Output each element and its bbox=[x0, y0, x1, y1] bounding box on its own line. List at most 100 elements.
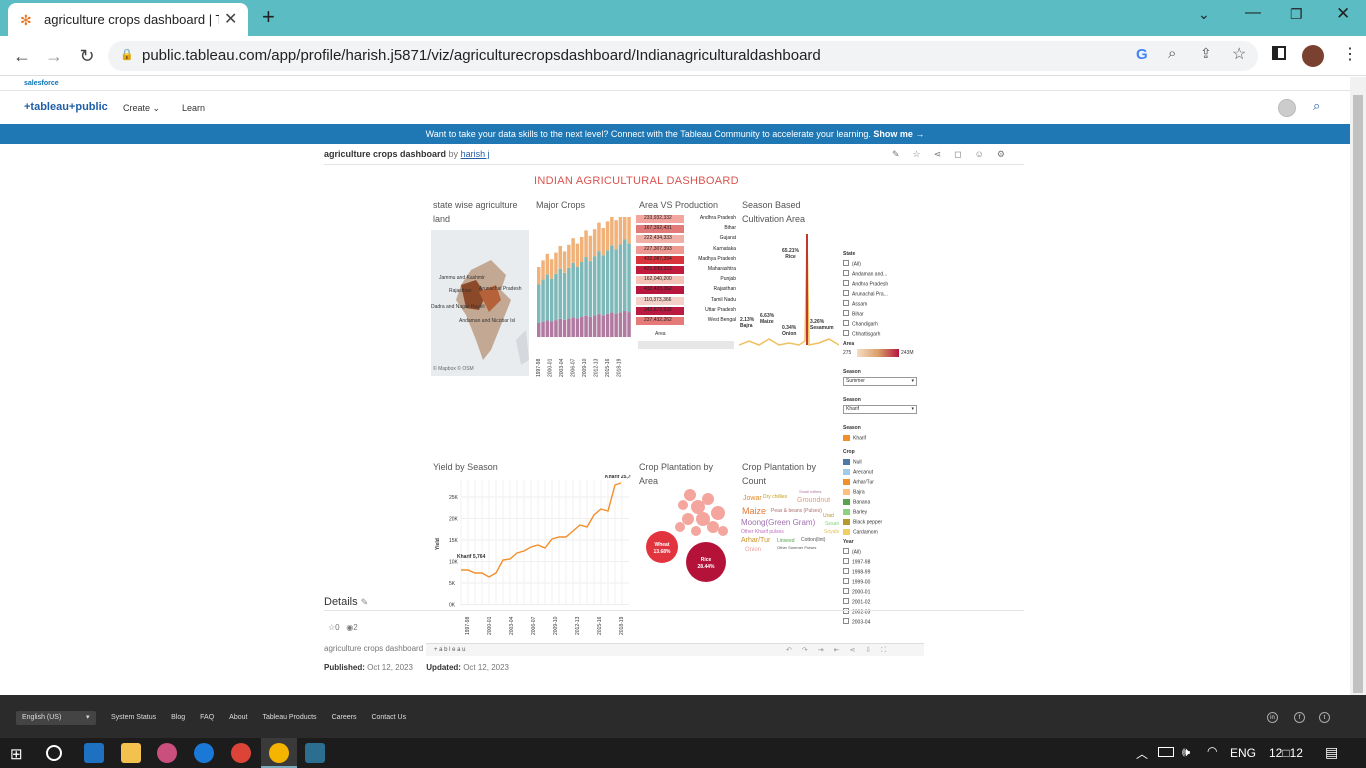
tableau-app-icon[interactable] bbox=[305, 743, 325, 763]
major-crops-bar-mid bbox=[545, 274, 550, 321]
checkbox[interactable] bbox=[843, 568, 849, 574]
season-label-onion: 0.34% Onion bbox=[782, 325, 796, 337]
major-crops-bar-top bbox=[554, 252, 558, 274]
footer-link[interactable]: Contact Us bbox=[371, 714, 406, 721]
checkbox[interactable] bbox=[843, 270, 849, 276]
address-bar[interactable]: 🔒 public.tableau.com/app/profile/harish.… bbox=[108, 41, 1258, 71]
legend-label: Null bbox=[853, 459, 862, 466]
footer-link[interactable]: Tableau Products bbox=[262, 714, 316, 721]
banner-link[interactable]: Show me → bbox=[873, 129, 924, 139]
page-scrollbar[interactable] bbox=[1350, 77, 1366, 695]
checkbox[interactable] bbox=[843, 558, 849, 564]
season-dropdown-1[interactable]: Summer ▾ bbox=[843, 377, 917, 386]
app-drop-icon[interactable] bbox=[157, 743, 177, 763]
footer-link[interactable]: FAQ bbox=[200, 714, 214, 721]
edit-pencil-icon[interactable]: ✎ bbox=[361, 597, 369, 607]
share-viz-icon[interactable]: ⋖ bbox=[934, 149, 955, 159]
legend-swatch bbox=[843, 479, 850, 485]
wifi-icon[interactable]: ◠ bbox=[1207, 744, 1217, 758]
mail-app-icon[interactable] bbox=[84, 743, 104, 763]
minimize-icon[interactable]: — bbox=[1245, 4, 1261, 22]
footer-link[interactable]: Careers bbox=[332, 714, 357, 721]
share-icon[interactable]: ⇪ bbox=[1200, 45, 1212, 62]
views-count: 2 bbox=[353, 623, 358, 632]
salesforce-logo[interactable]: salesforce bbox=[24, 80, 59, 87]
checkbox[interactable] bbox=[843, 330, 849, 336]
checkbox[interactable] bbox=[843, 548, 849, 554]
profile-avatar[interactable] bbox=[1302, 45, 1324, 67]
area-vs-production-table[interactable]: 233,932,332 Andhra Pradesh 167,392,431 Biha… bbox=[636, 214, 736, 329]
google-icon[interactable]: G bbox=[1136, 46, 1148, 63]
tab-close-icon[interactable]: ✕ bbox=[224, 9, 237, 29]
season-cultivation-chart[interactable]: 65.21% Rice 2.13% Bajra 6.63% Maize 0.34% On… bbox=[738, 229, 840, 351]
volume-icon[interactable]: 🕪 bbox=[1182, 744, 1190, 760]
twitter-icon[interactable]: t bbox=[1319, 712, 1330, 723]
word-cloud[interactable]: Jowar Dry chillies Groundnut Maize Peas & be… bbox=[739, 489, 839, 555]
close-window-icon[interactable]: ✕ bbox=[1336, 4, 1350, 24]
footer-link[interactable]: Blog bbox=[171, 714, 185, 721]
back-icon[interactable]: ← bbox=[10, 44, 34, 68]
edge-icon[interactable] bbox=[194, 743, 214, 763]
nav-learn[interactable]: Learn bbox=[182, 103, 205, 113]
settings-icon[interactable]: ⚙ bbox=[997, 149, 1018, 159]
map-label-jk: Jammu and Kashmir bbox=[439, 275, 485, 281]
side-panel-icon[interactable] bbox=[1272, 46, 1286, 60]
search-icon[interactable]: ⌕ bbox=[1313, 98, 1320, 114]
notifications-icon[interactable]: ▤ bbox=[1325, 744, 1338, 761]
comment-icon[interactable]: ✎ bbox=[892, 149, 913, 159]
clock[interactable]: 12□12 bbox=[1269, 746, 1303, 760]
nav-create[interactable]: Create ⌄ bbox=[123, 103, 160, 114]
author-link[interactable]: harish j bbox=[461, 149, 490, 159]
checkbox[interactable] bbox=[843, 280, 849, 286]
embed-icon[interactable]: ◻ bbox=[954, 149, 974, 159]
bubble-wheat-label: Wheat bbox=[655, 542, 670, 548]
browser-tab[interactable]: ✻ agriculture crops dashboard | Ta ✕ bbox=[8, 3, 248, 36]
checkbox[interactable] bbox=[843, 310, 849, 316]
yield-start-label: Kharif 5,764 bbox=[457, 554, 486, 560]
battery-icon[interactable] bbox=[1158, 747, 1174, 757]
restore-icon[interactable]: ❐ bbox=[1290, 6, 1303, 23]
chrome-icon[interactable] bbox=[231, 743, 251, 763]
menu-dots-icon[interactable]: ⋮ bbox=[1342, 44, 1358, 64]
crop-legend-item: Bajra bbox=[843, 489, 865, 495]
windows-start-icon[interactable]: ⊞ bbox=[10, 745, 23, 763]
checkbox[interactable] bbox=[843, 300, 849, 306]
tab-search-icon[interactable]: ⌄ bbox=[1198, 6, 1210, 23]
cortana-icon[interactable] bbox=[46, 745, 62, 761]
linkedin-icon[interactable]: in bbox=[1267, 712, 1278, 723]
area-prod-value: 432,423,362 bbox=[644, 286, 672, 293]
checkbox[interactable] bbox=[843, 290, 849, 296]
language-indicator[interactable]: ENG bbox=[1230, 746, 1256, 760]
tray-chevron-icon[interactable]: ︿ bbox=[1136, 745, 1148, 762]
updated-date: Oct 12, 2023 bbox=[463, 663, 509, 672]
zoom-icon[interactable]: ⌕ bbox=[1168, 45, 1176, 62]
bubble-small bbox=[691, 526, 701, 536]
favorite-icon[interactable]: ☆ bbox=[913, 149, 934, 159]
follow-icon[interactable]: ☺ bbox=[975, 149, 997, 159]
season-dropdown-2[interactable]: Kharif ▾ bbox=[843, 405, 917, 414]
forward-icon[interactable]: → bbox=[42, 44, 66, 68]
major-crops-chart[interactable]: 1997-98 2000-01 2003-04 2006-07 2009-10 2012-… bbox=[534, 207, 634, 377]
language-select[interactable]: English (US) ▾ bbox=[16, 711, 96, 725]
scrollbar-thumb[interactable] bbox=[1353, 95, 1363, 693]
footer-link[interactable]: About bbox=[229, 714, 247, 721]
new-tab-icon[interactable]: + bbox=[262, 4, 275, 30]
file-explorer-icon[interactable] bbox=[121, 743, 141, 763]
state-map[interactable]: Jammu and Kashmir Rajasthan Arunachal Pr… bbox=[431, 230, 529, 376]
user-avatar-icon[interactable] bbox=[1278, 99, 1296, 117]
checkbox[interactable] bbox=[843, 588, 849, 594]
word-cloud-item: Arhar/Tur bbox=[741, 537, 771, 544]
checkbox[interactable] bbox=[843, 320, 849, 326]
filter-label: Season bbox=[843, 397, 861, 403]
tableau-public-logo[interactable]: +tableau+public bbox=[24, 101, 108, 113]
footer-link[interactable]: System Status bbox=[111, 714, 156, 721]
crop-area-bubbles[interactable]: Wheat 13.68% Rice 28.44% bbox=[638, 487, 738, 592]
chrome-active-icon[interactable] bbox=[261, 738, 297, 768]
bookmark-star-icon[interactable]: ☆ bbox=[1232, 44, 1246, 64]
bubble-small bbox=[702, 493, 714, 505]
checkbox[interactable] bbox=[843, 260, 849, 266]
major-crops-bar-top bbox=[580, 237, 584, 262]
reload-icon[interactable]: ↻ bbox=[75, 44, 99, 68]
facebook-icon[interactable]: f bbox=[1294, 712, 1305, 723]
checkbox[interactable] bbox=[843, 578, 849, 584]
